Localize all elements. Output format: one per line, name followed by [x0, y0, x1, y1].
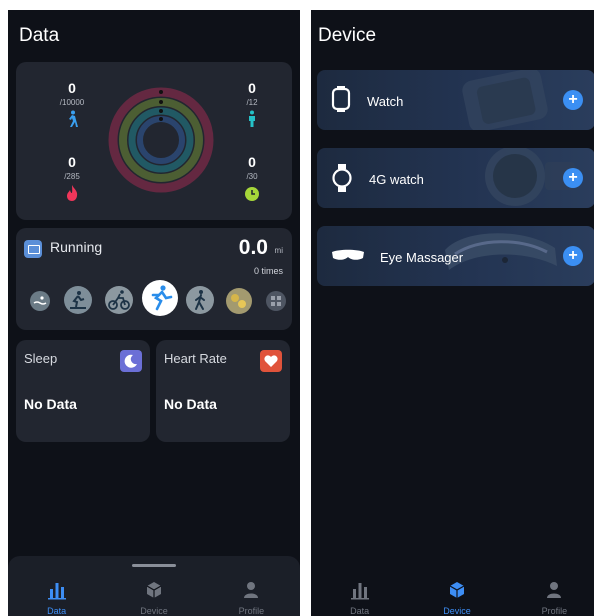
bar-chart-icon: [350, 583, 369, 600]
watch-product-image: [462, 70, 548, 130]
steps-value: 0: [68, 80, 76, 96]
tab-device-label: Device: [140, 606, 168, 616]
add-4g-watch-button[interactable]: +: [563, 168, 583, 188]
steps-stat: 0 /10000: [52, 80, 92, 128]
page-title: Data: [19, 25, 60, 46]
heart-rate-label: Heart Rate: [164, 351, 227, 366]
tab-device[interactable]: Device: [408, 576, 505, 616]
sleep-value: No Data: [24, 396, 77, 412]
ball-games-icon[interactable]: [226, 288, 252, 314]
cycling-icon[interactable]: [105, 286, 133, 314]
tab-bar: Data Device Profile: [311, 576, 594, 616]
running-icon[interactable]: [142, 280, 178, 316]
calories-goal: /285: [64, 172, 80, 181]
stand-goal: /12: [246, 98, 258, 107]
bar-chart-icon: [47, 583, 66, 600]
person-icon: [244, 582, 259, 598]
person-icon: [547, 582, 562, 598]
clock-icon: [245, 187, 259, 201]
data-screen: Data 0 /10000 0 /12 0 /285 0 /30 Running…: [8, 10, 300, 616]
steps-goal: /10000: [59, 98, 85, 107]
running-times: 0 times: [253, 266, 283, 276]
tab-device-label: Device: [443, 606, 471, 616]
watch-round-icon: [332, 164, 352, 192]
watch-square-icon: [331, 86, 351, 112]
sleep-label: Sleep: [24, 351, 58, 366]
cube-icon: [449, 582, 465, 598]
tab-profile-label: Profile: [238, 606, 265, 616]
tab-data-label: Data: [350, 606, 370, 616]
4g-watch-product-image: [485, 148, 575, 206]
tab-profile[interactable]: Profile: [203, 576, 300, 616]
device-card-4g-watch[interactable]: 4G watch +: [317, 148, 594, 208]
device-name-4g-watch: 4G watch: [369, 172, 424, 187]
stand-value: 0: [248, 80, 256, 96]
running-label: Running: [50, 239, 103, 255]
walking-icon[interactable]: [186, 286, 214, 314]
device-name-watch: Watch: [367, 94, 404, 109]
exercise-goal: /30: [246, 172, 258, 181]
tab-profile[interactable]: Profile: [506, 576, 594, 616]
device-screen: Device Watch + 4G watch + Eye Massager +…: [311, 10, 594, 616]
heart-icon: [260, 350, 282, 372]
flame-icon: [67, 185, 78, 201]
tab-profile-label: Profile: [541, 606, 568, 616]
cube-icon: [146, 582, 162, 598]
running-card[interactable]: Running 0.0 mi 0 times: [16, 228, 292, 330]
running-card-icon: [24, 240, 42, 258]
add-watch-button[interactable]: +: [563, 90, 583, 110]
more-icon[interactable]: [266, 291, 286, 311]
exercise-value: 0: [248, 154, 256, 170]
page-title: Device: [318, 25, 377, 46]
running-distance: 0.0: [238, 236, 268, 259]
swimming-icon[interactable]: [30, 291, 50, 311]
activity-card[interactable]: 0 /10000 0 /12 0 /285 0 /30: [16, 62, 292, 220]
walking-person-icon: [69, 110, 78, 127]
stand-stat: 0 /12: [232, 80, 272, 128]
calories-stat: 0 /285: [52, 154, 92, 202]
tab-data-label: Data: [47, 606, 67, 616]
standing-person-icon: [249, 110, 255, 127]
sleep-card[interactable]: Sleep No Data: [16, 340, 150, 442]
tab-data[interactable]: Data: [311, 576, 408, 616]
running-unit: mi: [274, 246, 283, 255]
device-name-eye-massager: Eye Massager: [380, 250, 464, 265]
activity-rings: [108, 87, 214, 193]
device-card-eye-massager[interactable]: Eye Massager +: [317, 226, 594, 286]
drag-handle[interactable]: [132, 564, 176, 567]
tab-bar: Data Device Profile: [8, 576, 300, 616]
exercise-stat: 0 /30: [232, 154, 272, 202]
heart-rate-value: No Data: [164, 396, 217, 412]
treadmill-icon[interactable]: [64, 286, 92, 314]
device-card-watch[interactable]: Watch +: [317, 70, 594, 130]
heart-rate-card[interactable]: Heart Rate No Data: [156, 340, 290, 442]
tab-device[interactable]: Device: [105, 576, 202, 616]
add-eye-massager-button[interactable]: +: [563, 246, 583, 266]
tab-data[interactable]: Data: [8, 576, 105, 616]
calories-value: 0: [68, 154, 76, 170]
moon-icon: [120, 350, 142, 372]
eye-mask-icon: [332, 249, 364, 260]
